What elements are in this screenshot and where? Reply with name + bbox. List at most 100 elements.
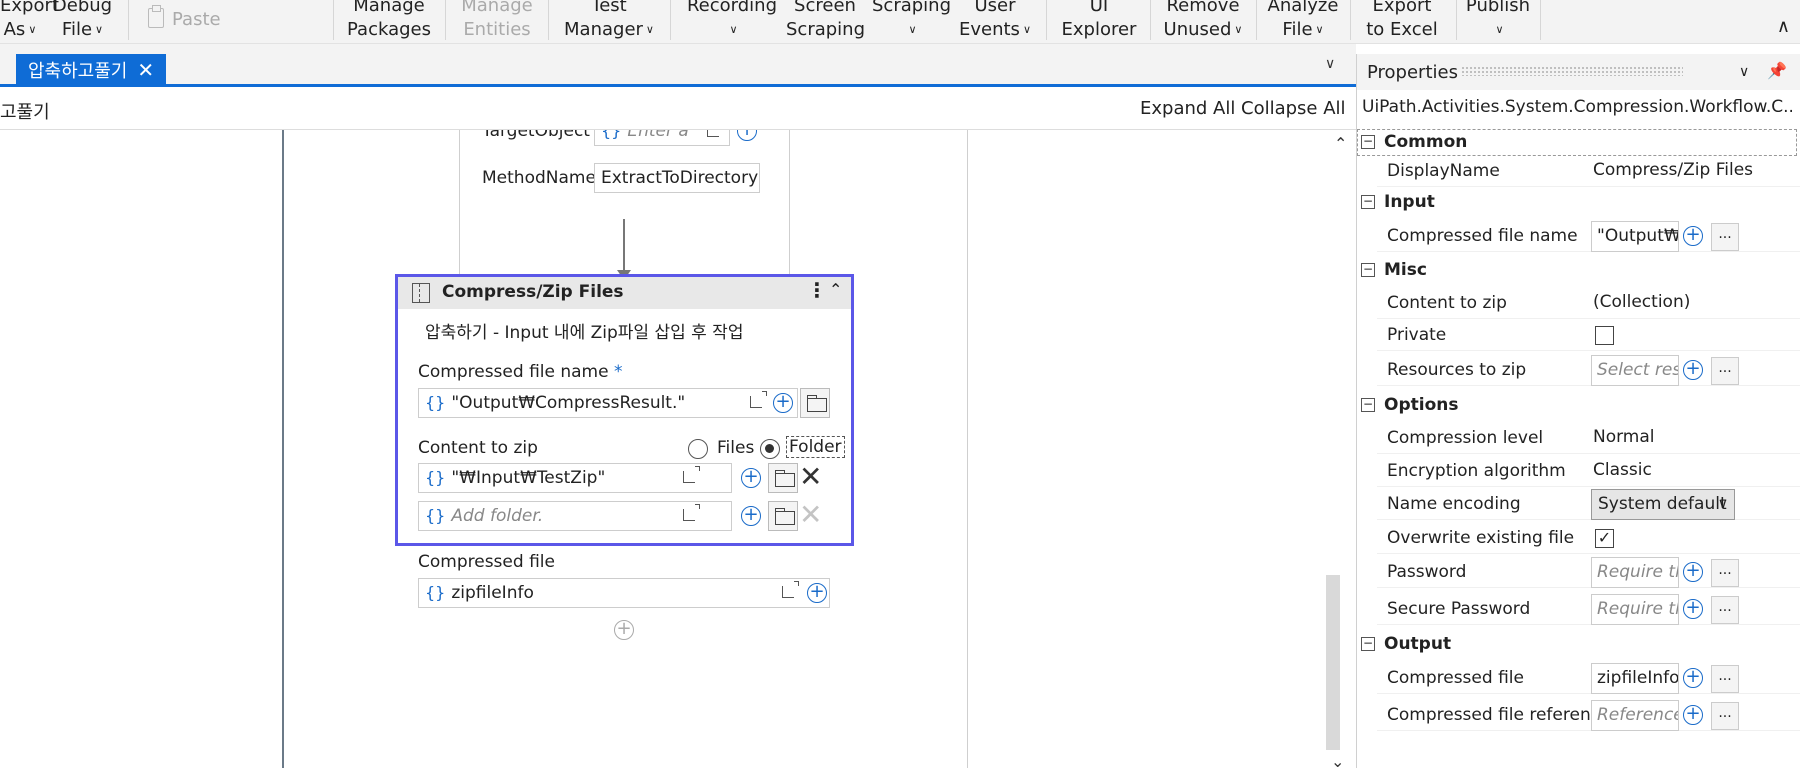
- close-icon[interactable]: ✕: [137, 54, 154, 86]
- prop-private[interactable]: Private: [1377, 321, 1800, 351]
- plus-circle-icon[interactable]: +: [1683, 562, 1703, 582]
- compressed-file-reference-input[interactable]: Reference: [1591, 700, 1679, 731]
- collapse-ribbon-icon[interactable]: ∧: [1777, 16, 1790, 37]
- secure-password-input[interactable]: Require th: [1591, 594, 1679, 625]
- plus-circle-icon[interactable]: +: [807, 583, 827, 603]
- debug-file-button[interactable]: Debug File ∨: [50, 0, 115, 42]
- remove-item-icon[interactable]: ✕: [799, 463, 822, 491]
- expand-editor-icon[interactable]: [683, 504, 700, 521]
- checkbox-icon[interactable]: ✓: [1595, 529, 1614, 548]
- scrollbar-thumb[interactable]: [1326, 575, 1340, 750]
- category-options[interactable]: − Options: [1357, 392, 1800, 422]
- expand-editor-icon[interactable]: [750, 391, 767, 408]
- user-events-button[interactable]: User Events ∨: [958, 0, 1032, 42]
- private-checkbox[interactable]: [1595, 326, 1614, 345]
- prop-resources-to-zip[interactable]: Resources to zip Select resc + ...: [1377, 355, 1800, 386]
- category-common[interactable]: − Common: [1357, 129, 1800, 159]
- remove-unused-button[interactable]: Remove Unused ∨: [1158, 0, 1248, 42]
- canvas-scrollbar[interactable]: ⌃ ⌄: [1325, 130, 1356, 768]
- prop-display-name[interactable]: DisplayName Compress/Zip Files: [1377, 157, 1800, 187]
- expand-editor-icon[interactable]: [782, 581, 799, 598]
- recording-button[interactable]: Recording ∨: [684, 0, 780, 42]
- tab-document[interactable]: 압축하고풀기 ✕: [16, 54, 167, 86]
- folder-radio[interactable]: [760, 439, 780, 459]
- prop-compressed-file-name[interactable]: Compressed file name "Output₩C + ...: [1377, 221, 1800, 252]
- ellipsis-button[interactable]: ...: [1711, 357, 1739, 385]
- compress-zip-activity[interactable]: Compress/Zip Files ⋮ ⌃ 압축하기 - Input 내에 Z…: [395, 274, 854, 608]
- plus-circle-icon[interactable]: +: [773, 393, 793, 413]
- collapse-icon[interactable]: −: [1361, 398, 1375, 412]
- prop-content-to-zip[interactable]: Content to zip (Collection): [1377, 289, 1800, 319]
- category-input[interactable]: − Input: [1357, 189, 1800, 219]
- plus-circle-icon[interactable]: +: [741, 506, 761, 526]
- compressed-file-name-field[interactable]: {} "Output₩CompressResult.": [418, 388, 798, 418]
- plus-circle-icon[interactable]: +: [1683, 668, 1703, 688]
- plus-circle-icon[interactable]: +: [741, 468, 761, 488]
- ellipsis-button[interactable]: ...: [1711, 665, 1739, 693]
- collapse-icon[interactable]: −: [1361, 195, 1375, 209]
- folder-icon[interactable]: [768, 501, 798, 531]
- collapse-icon[interactable]: ⌃: [829, 280, 842, 299]
- screen-scraping-button[interactable]: Screen Scraping: [786, 0, 865, 42]
- collapse-icon[interactable]: −: [1361, 135, 1375, 149]
- password-input[interactable]: Require th: [1591, 557, 1679, 588]
- test-manager-button[interactable]: Test Manager ∨: [554, 0, 664, 42]
- ellipsis-button[interactable]: ...: [1711, 702, 1739, 730]
- drag-grip[interactable]: [1461, 66, 1683, 76]
- compressed-file-name-input[interactable]: "Output₩C: [1591, 221, 1679, 252]
- category-output[interactable]: − Output: [1357, 631, 1800, 661]
- ellipsis-button[interactable]: ...: [1711, 223, 1739, 251]
- chevron-up-icon[interactable]: ⌃: [1334, 134, 1347, 153]
- manage-packages-button[interactable]: Manage Packages: [340, 0, 438, 42]
- plus-circle-icon[interactable]: +: [1683, 226, 1703, 246]
- chevron-down-icon[interactable]: ∨: [1739, 64, 1749, 80]
- expand-editor-icon[interactable]: [683, 466, 700, 483]
- prop-encryption-algorithm[interactable]: Encryption algorithm Classic: [1377, 457, 1800, 487]
- plus-circle-icon[interactable]: +: [1683, 705, 1703, 725]
- compressed-file-input[interactable]: zipfileInfo: [1591, 663, 1679, 694]
- designer-canvas[interactable]: TargetObject {}Enter a + MethodName Extr…: [0, 130, 1325, 768]
- files-radio-label[interactable]: Files: [717, 438, 754, 458]
- compressed-file-field[interactable]: {} zipfileInfo: [418, 578, 830, 608]
- publish-button[interactable]: Publish ∨: [1462, 0, 1534, 42]
- paste-button[interactable]: Paste: [148, 5, 221, 30]
- prop-password[interactable]: Password Require th + ...: [1377, 557, 1800, 588]
- plus-circle-icon[interactable]: +: [1683, 360, 1703, 380]
- ui-explorer-button[interactable]: UI Explorer: [1056, 0, 1142, 42]
- breadcrumb[interactable]: 고풀기: [0, 98, 50, 124]
- ellipsis-button[interactable]: ...: [1711, 596, 1739, 624]
- folder-icon[interactable]: [800, 388, 830, 418]
- resources-to-zip-input[interactable]: Select resc: [1591, 355, 1679, 386]
- category-misc[interactable]: − Misc: [1357, 257, 1800, 287]
- folder-radio-label[interactable]: Folder: [786, 436, 845, 458]
- export-as-button[interactable]: Export As ∨: [0, 0, 59, 42]
- analyze-file-button[interactable]: Analyze File ∨: [1262, 0, 1344, 42]
- folder-icon[interactable]: [768, 463, 798, 493]
- tab-list-dropdown-icon[interactable]: ∨: [1325, 56, 1335, 72]
- files-radio[interactable]: [688, 439, 708, 459]
- activity-header[interactable]: Compress/Zip Files ⋮ ⌃: [398, 277, 851, 309]
- prop-overwrite-existing-file[interactable]: Overwrite existing file ✓: [1377, 524, 1800, 554]
- method-name-field[interactable]: ExtractToDirectory: [594, 163, 760, 193]
- collapse-all-link[interactable]: Collapse All: [1241, 98, 1346, 119]
- add-activity-icon[interactable]: +: [614, 620, 634, 640]
- prop-compressed-file-reference[interactable]: Compressed file reference Reference + ..…: [1377, 700, 1800, 731]
- expand-all-link[interactable]: Expand All: [1140, 98, 1235, 119]
- more-vert-icon[interactable]: ⋮: [807, 278, 827, 302]
- name-encoding-select[interactable]: System default ∨: [1591, 489, 1735, 520]
- chevron-down-icon[interactable]: ⌄: [1331, 752, 1344, 768]
- expand-editor-icon[interactable]: [707, 130, 719, 137]
- prop-secure-password[interactable]: Secure Password Require th + ...: [1377, 594, 1800, 625]
- plus-circle-icon[interactable]: +: [1683, 599, 1703, 619]
- collapse-icon[interactable]: −: [1361, 263, 1375, 277]
- prop-compression-level[interactable]: Compression level Normal: [1377, 424, 1800, 454]
- prop-compressed-file[interactable]: Compressed file zipfileInfo + ...: [1377, 663, 1800, 694]
- pin-icon[interactable]: 📌: [1767, 61, 1787, 80]
- collapse-icon[interactable]: −: [1361, 637, 1375, 651]
- export-to-excel-button[interactable]: Export to Excel: [1358, 0, 1446, 42]
- prop-name-encoding[interactable]: Name encoding System default ∨: [1377, 489, 1800, 520]
- plus-circle-icon[interactable]: +: [737, 130, 757, 141]
- data-scraping-button[interactable]: Scraping ∨: [872, 0, 951, 42]
- ellipsis-button[interactable]: ...: [1711, 559, 1739, 587]
- manage-entities-button[interactable]: Manage Entities: [452, 0, 542, 42]
